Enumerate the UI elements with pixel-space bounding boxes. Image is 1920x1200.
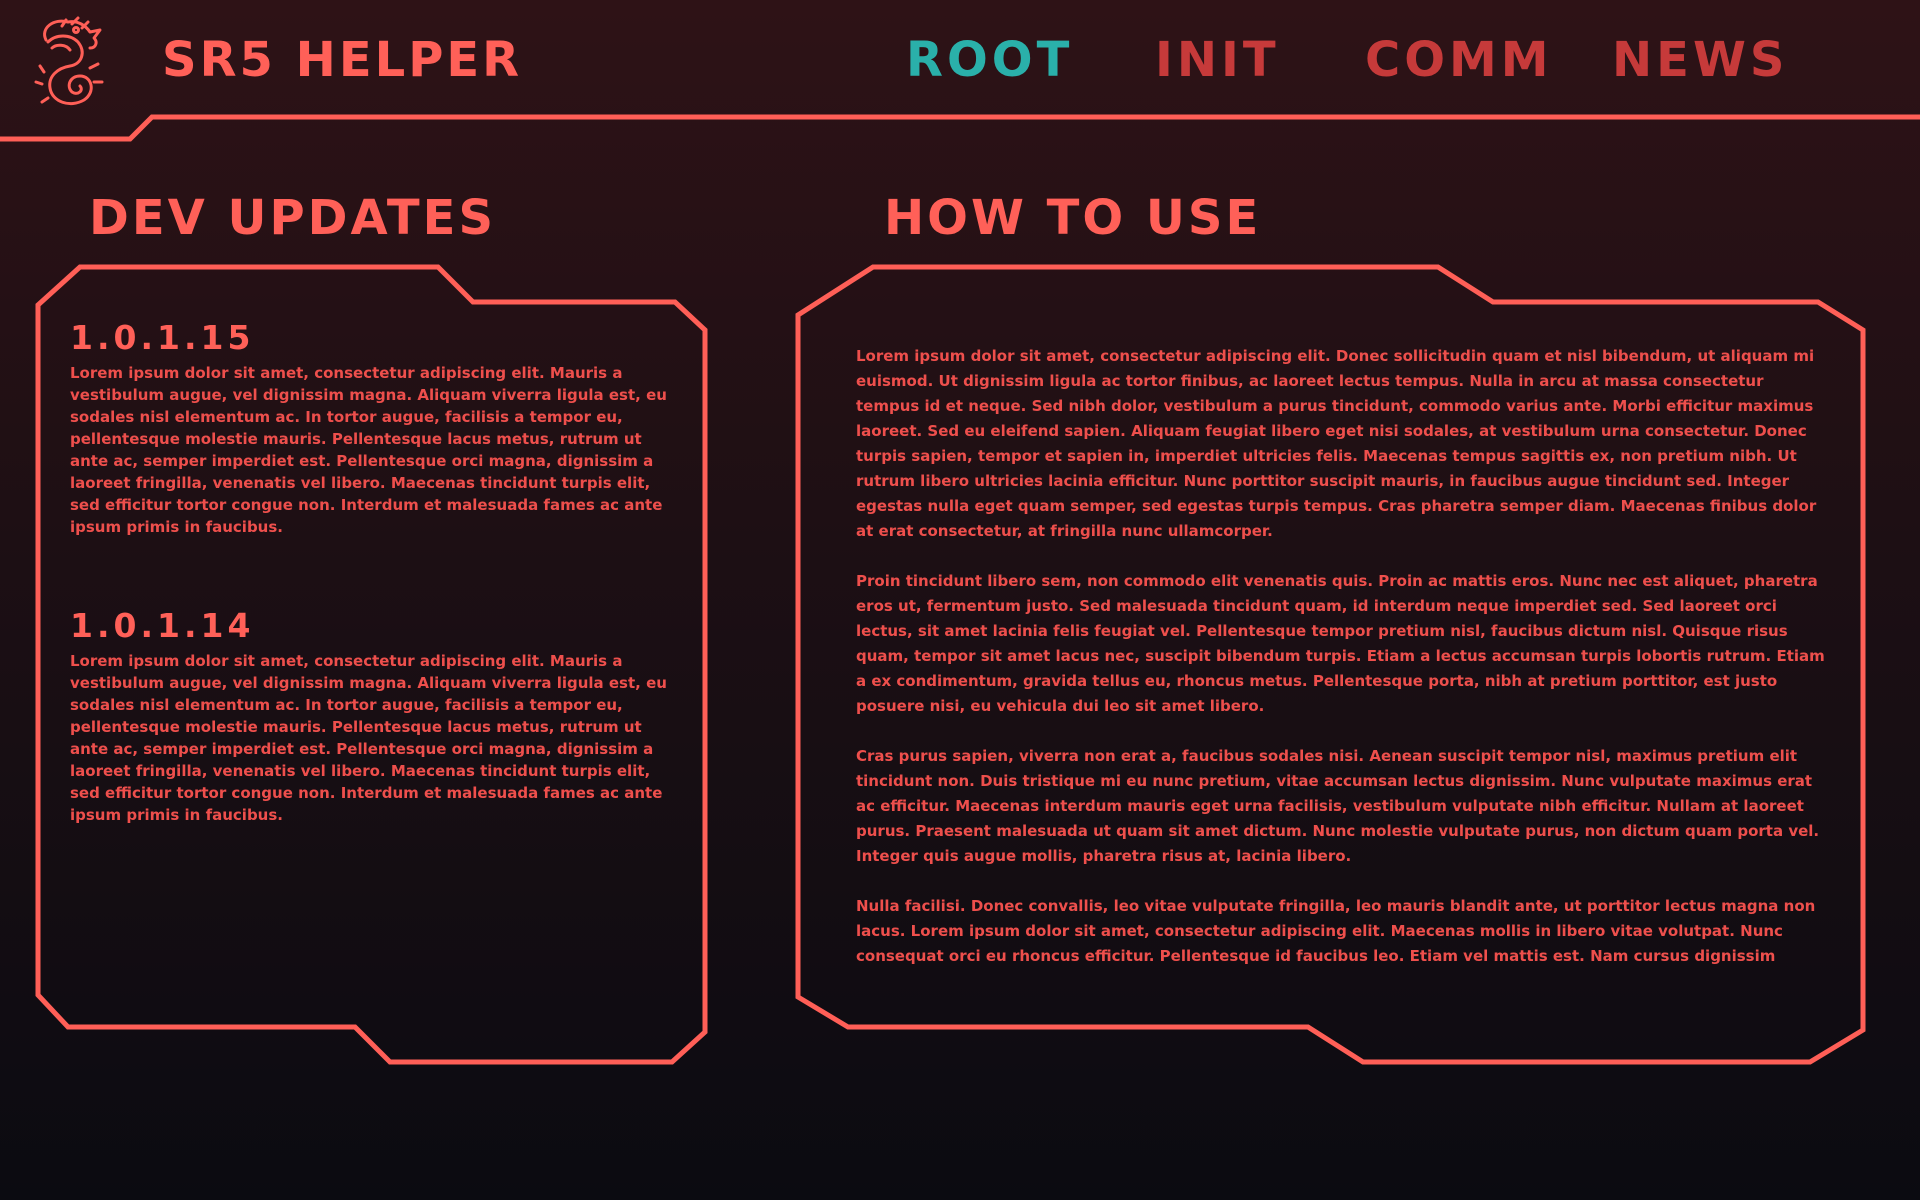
nav-tab-news[interactable]: NEWS <box>1612 30 1788 90</box>
update-version-1-0-1-15: 1.0.1.15 <box>70 318 255 357</box>
nav-tab-init[interactable]: INIT <box>1155 30 1280 90</box>
nav-tab-root[interactable]: ROOT <box>906 30 1073 90</box>
app-title: SR5 HELPER <box>162 32 523 88</box>
header-underline <box>0 114 1920 142</box>
how-to-use-paragraph: Cras purus sapien, viverra non erat a, f… <box>856 747 1820 865</box>
update-notes-1-0-1-15: Lorem ipsum dolor sit amet, consectetur … <box>70 364 667 536</box>
how-to-use-paragraph: Lorem ipsum dolor sit amet, consectetur … <box>856 347 1817 540</box>
serpent-dragon-logo-icon[interactable] <box>26 12 110 112</box>
how-to-use-title: HOW TO USE <box>884 190 1262 246</box>
update-version-1-0-1-14: 1.0.1.14 <box>70 606 255 645</box>
how-to-use-body: Lorem ipsum dolor sit amet, consectetur … <box>856 344 1826 994</box>
dev-updates-title: DEV UPDATES <box>89 190 497 246</box>
how-to-use-paragraph: Proin tincidunt libero sem, non commodo … <box>856 572 1825 715</box>
how-to-use-paragraph: Nulla facilisi. Donec convallis, leo vit… <box>856 897 1816 965</box>
update-notes-1-0-1-14: Lorem ipsum dolor sit amet, consectetur … <box>70 652 667 824</box>
nav-tab-comm[interactable]: COMM <box>1365 30 1553 90</box>
